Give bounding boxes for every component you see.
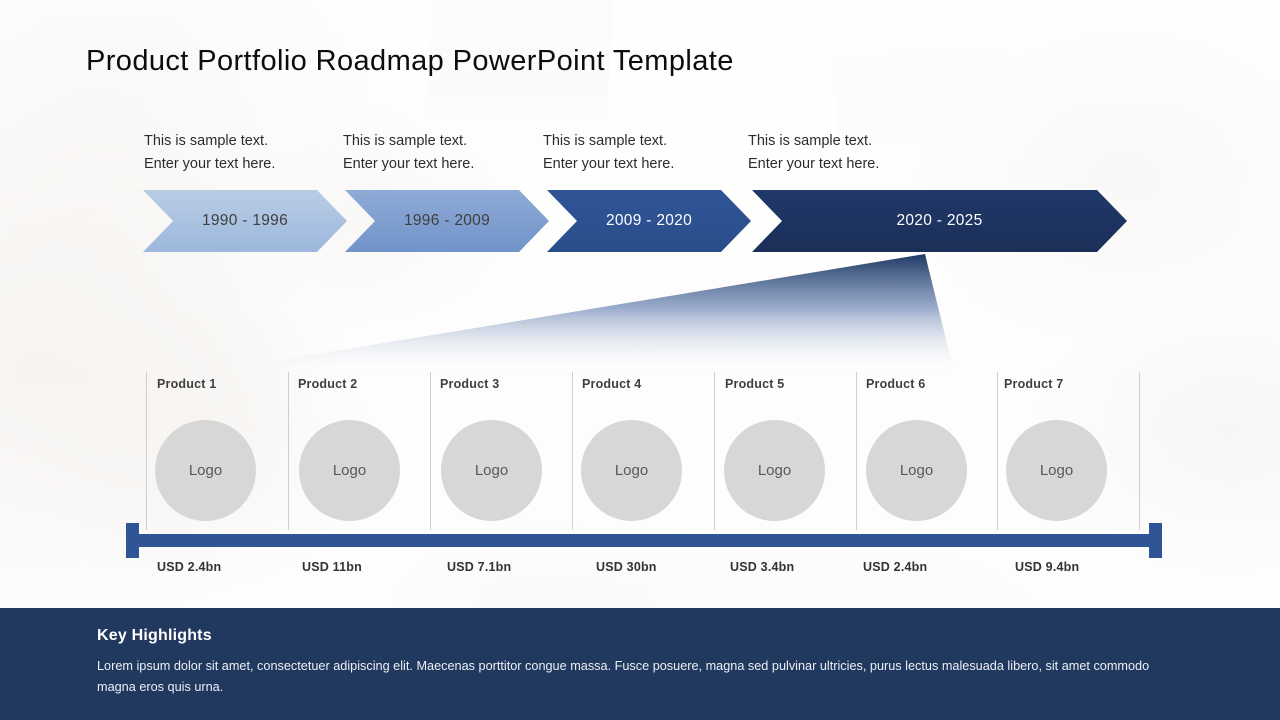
key-highlights-panel: Key Highlights Lorem ipsum dolor sit ame… (0, 608, 1280, 720)
product-logo-placeholder-7[interactable]: Logo (1006, 420, 1107, 521)
product-grid: Product 1 Product 2 Product 3 Product 4 … (0, 372, 1280, 532)
key-highlights-body: Lorem ipsum dolor sit amet, consectetuer… (97, 659, 1150, 694)
growth-wedge (208, 254, 954, 372)
product-label-2: Product 2 (298, 377, 358, 391)
product-value-7: USD 9.4bn (1015, 560, 1080, 574)
product-label-7: Product 7 (1004, 377, 1064, 391)
product-logo-placeholder-4[interactable]: Logo (581, 420, 682, 521)
phase-caption-line2: Enter your text here. (144, 156, 276, 172)
product-label-6: Product 6 (866, 377, 926, 391)
phase-caption-line2: Enter your text here. (343, 156, 475, 172)
product-label-4: Product 4 (582, 377, 642, 391)
product-logo-placeholder-3[interactable]: Logo (441, 420, 542, 521)
timeline-chevron-band: 1990 - 1996 1996 - 2009 2009 - 2020 2020… (0, 190, 1280, 256)
timeline-chevron-4[interactable] (752, 190, 1127, 252)
timeline-chevron-3[interactable] (547, 190, 751, 252)
product-label-5: Product 5 (725, 377, 785, 391)
product-logo-placeholder-6[interactable]: Logo (866, 420, 967, 521)
grid-divider (146, 372, 147, 530)
phase-caption-4: This is sample text. Enter your text her… (748, 130, 879, 176)
grid-divider (997, 372, 998, 530)
grid-divider (1139, 372, 1140, 530)
product-label-3: Product 3 (440, 377, 500, 391)
slide-canvas: Product Portfolio Roadmap PowerPoint Tem… (0, 0, 1280, 720)
timeline-axis-bar (126, 534, 1162, 547)
product-value-5: USD 3.4bn (730, 560, 795, 574)
page-title: Product Portfolio Roadmap PowerPoint Tem… (86, 45, 734, 77)
product-logo-placeholder-5[interactable]: Logo (724, 420, 825, 521)
product-value-4: USD 30bn (596, 560, 657, 574)
timeline-chevron-1[interactable] (143, 190, 347, 252)
product-value-3: USD 7.1bn (447, 560, 512, 574)
phase-caption-line1: This is sample text. (144, 133, 269, 149)
timeline-chevron-2[interactable] (345, 190, 549, 252)
grid-divider (856, 372, 857, 530)
phase-caption-line2: Enter your text here. (748, 156, 880, 172)
key-highlights-title: Key Highlights (97, 627, 212, 644)
phase-caption-3: This is sample text. Enter your text her… (543, 130, 674, 176)
product-value-2: USD 11bn (302, 560, 362, 574)
product-label-1: Product 1 (157, 377, 217, 391)
grid-divider (714, 372, 715, 530)
product-value-6: USD 2.4bn (863, 560, 928, 574)
phase-caption-line2: Enter your text here. (543, 156, 675, 172)
phase-caption-line1: This is sample text. (543, 133, 668, 149)
grid-divider (288, 372, 289, 530)
product-logo-placeholder-2[interactable]: Logo (299, 420, 400, 521)
axis-cap-right (1149, 523, 1162, 558)
grid-divider (572, 372, 573, 530)
product-value-1: USD 2.4bn (157, 560, 222, 574)
product-logo-placeholder-1[interactable]: Logo (155, 420, 256, 521)
phase-caption-1: This is sample text. Enter your text her… (144, 130, 275, 176)
phase-caption-2: This is sample text. Enter your text her… (343, 130, 474, 176)
phase-caption-line1: This is sample text. (748, 133, 873, 149)
grid-divider (430, 372, 431, 530)
phase-caption-line1: This is sample text. (343, 133, 468, 149)
